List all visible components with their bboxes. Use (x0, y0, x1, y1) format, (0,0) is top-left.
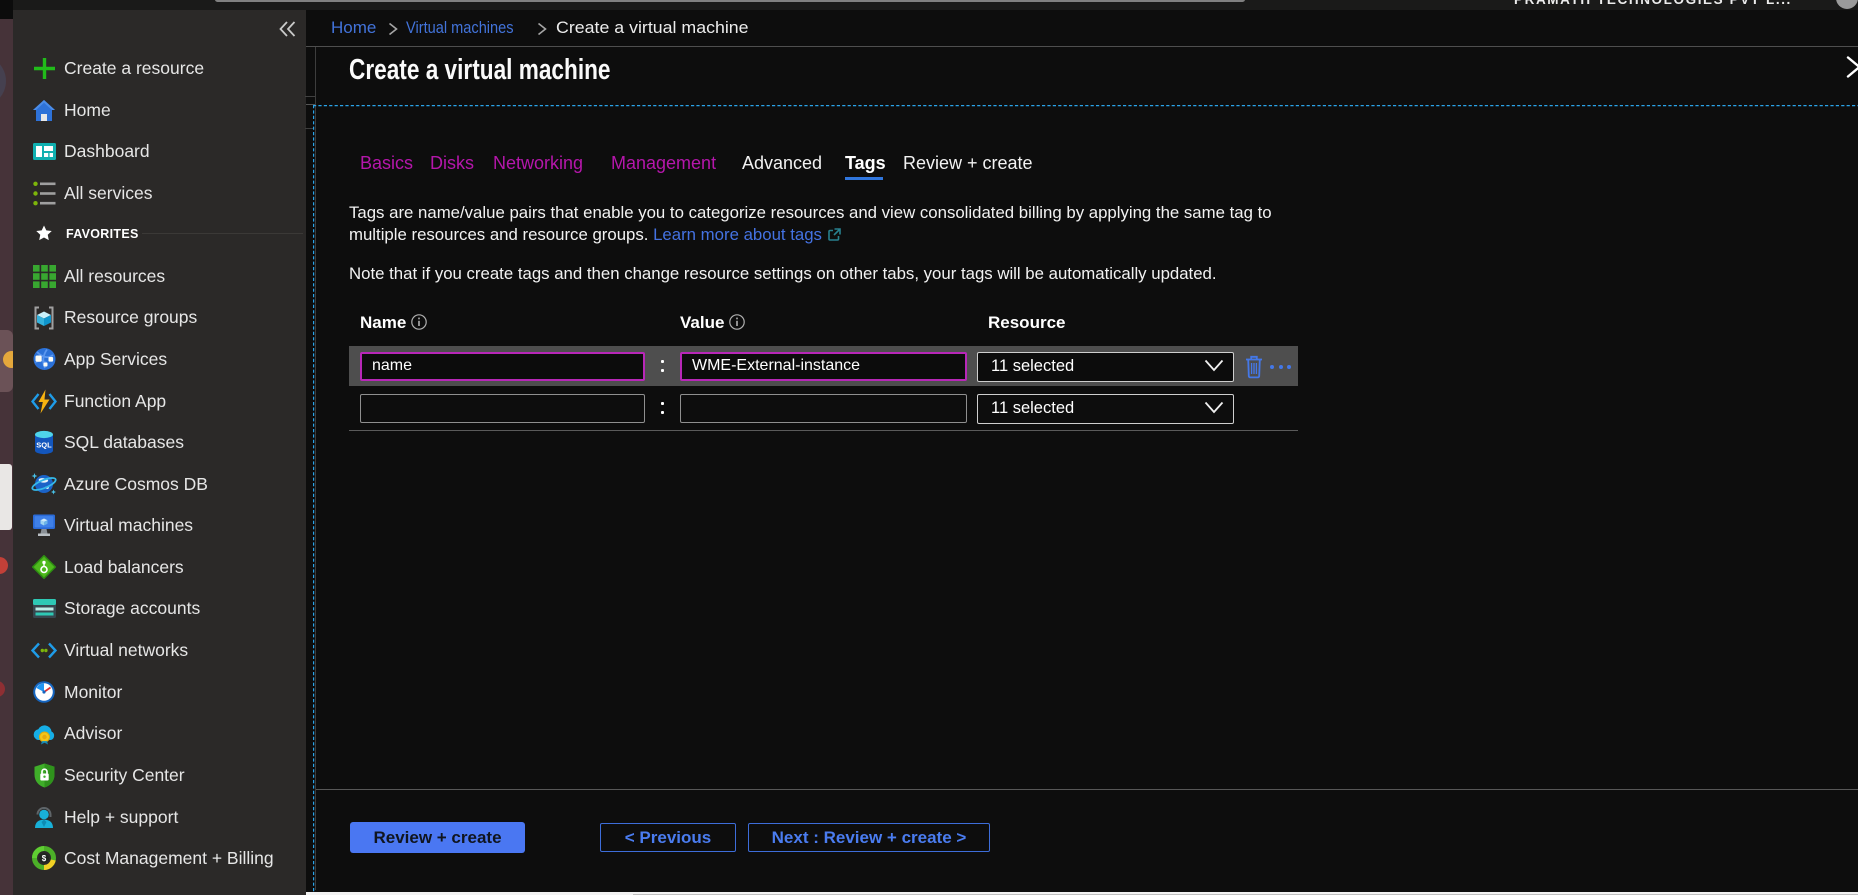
svg-text:SQL: SQL (36, 441, 52, 450)
svg-text:$: $ (42, 854, 47, 863)
